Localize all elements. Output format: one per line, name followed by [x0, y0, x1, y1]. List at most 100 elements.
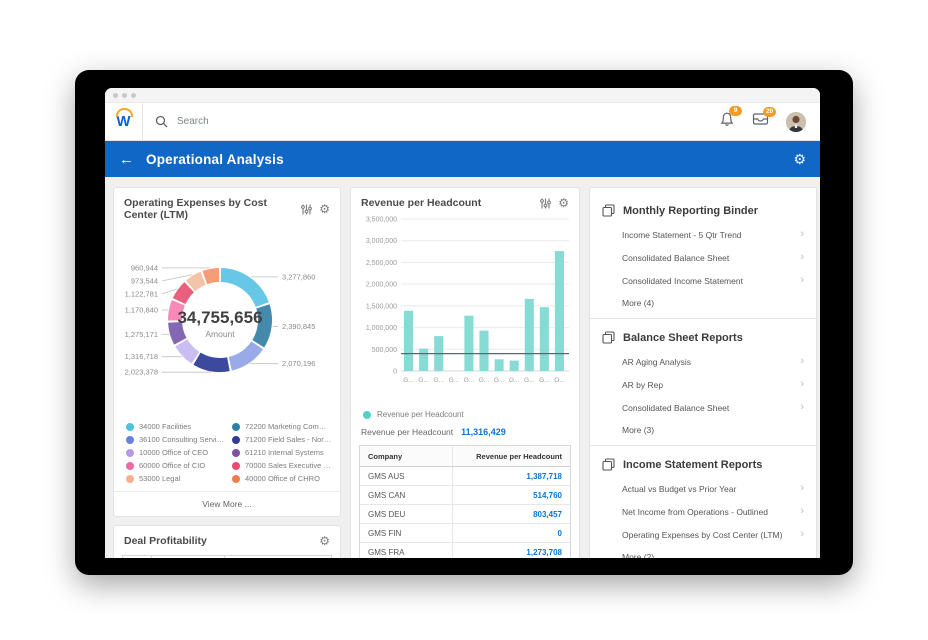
search-input[interactable]	[175, 115, 379, 128]
legend-item[interactable]: 53000 Legal	[126, 474, 226, 483]
revenue-bar-chart[interactable]: 0500,0001,000,0001,500,0002,000,0002,500…	[357, 213, 571, 403]
legend-label: 60000 Office of CIO	[139, 461, 205, 470]
bar[interactable]	[464, 316, 473, 371]
page-title: Operational Analysis	[146, 152, 781, 167]
legend-dot	[363, 411, 371, 419]
view-more-button[interactable]: View More ...	[114, 491, 340, 516]
page-settings-gear-icon[interactable]: ⚙	[793, 152, 806, 166]
legend-item[interactable]: 60000 Office of CIO	[126, 461, 226, 470]
notifications-button[interactable]: 9	[719, 111, 735, 133]
filter-sliders-icon[interactable]	[540, 198, 551, 209]
opex-panel-title: Operating Expenses by Cost Center (LTM)	[124, 197, 301, 221]
legend-item[interactable]: 71200 Field Sales - North Ame...	[232, 435, 332, 444]
legend-dot	[232, 436, 240, 444]
bar[interactable]	[525, 299, 534, 371]
donut-center-label: Amount	[205, 329, 235, 339]
opex-donut-chart[interactable]: 960,944973,5441,122,7811,170,8401,275,17…	[114, 225, 326, 413]
window-dot[interactable]	[113, 93, 118, 98]
donut-segment[interactable]	[181, 343, 195, 358]
window-dot[interactable]	[122, 93, 127, 98]
legend-item[interactable]: 34000 Facilities	[126, 422, 226, 431]
legend-label: 34000 Facilities	[139, 422, 191, 431]
search-bar[interactable]	[143, 115, 719, 128]
report-link[interactable]: AR by Rep›	[590, 373, 816, 396]
report-link[interactable]: Consolidated Balance Sheet›	[590, 246, 816, 269]
company-cell: GMS DEU	[360, 505, 453, 523]
report-link[interactable]: Consolidated Income Statement›	[590, 269, 816, 292]
back-button[interactable]: ←	[119, 152, 134, 167]
donut-segment[interactable]	[191, 278, 204, 286]
legend-item[interactable]: 72200 Marketing Communicat...	[232, 422, 332, 431]
report-link[interactable]: Income Statement - 5 Qtr Trend›	[590, 223, 816, 246]
bar[interactable]	[479, 331, 488, 371]
revenue-panel: Revenue per Headcount ⚙ 0500,0001,000,00…	[350, 187, 580, 558]
opex-settings-gear-icon[interactable]: ⚙	[319, 203, 330, 215]
revenue-column-header: Revenue per Headcount	[453, 452, 570, 461]
revenue-value-link[interactable]: 514,760	[453, 491, 570, 500]
legend-item[interactable]: 40000 Office of CHRO	[232, 474, 332, 483]
chevron-right-icon: ›	[800, 506, 804, 517]
revenue-total-value[interactable]: 11,316,429	[461, 427, 506, 437]
bar[interactable]	[419, 349, 428, 371]
table-row: GMS DEU803,457	[360, 505, 570, 524]
deal-panel-header: Deal Profitability ⚙	[114, 526, 340, 551]
x-tick-label: G...	[433, 377, 444, 384]
filter-sliders-icon[interactable]	[301, 204, 312, 215]
legend-item[interactable]: 61210 Internal Systems	[232, 448, 332, 457]
avatar-image	[786, 112, 806, 132]
revenue-value-link[interactable]: 0	[453, 529, 570, 538]
bar[interactable]	[404, 311, 413, 371]
donut-segment[interactable]	[179, 287, 189, 301]
donut-segment[interactable]	[197, 359, 228, 365]
legend-item[interactable]: 36100 Consulting Services - N...	[126, 435, 226, 444]
revenue-value-link[interactable]: 1,273,708	[453, 548, 570, 557]
bar[interactable]	[540, 307, 549, 371]
more-link[interactable]: More (2)	[590, 546, 816, 558]
report-link[interactable]: Actual vs Budget vs Prior Year›	[590, 477, 816, 500]
donut-value-label: 2,023,378	[125, 368, 158, 377]
revenue-value-link[interactable]: 803,457	[453, 510, 570, 519]
donut-segment[interactable]	[230, 345, 257, 363]
y-tick-label: 3,000,000	[366, 238, 397, 245]
chevron-right-icon: ›	[800, 229, 804, 240]
label-leader-line	[162, 289, 177, 294]
donut-segment[interactable]	[205, 275, 219, 278]
revenue-chart-legend: Revenue per Headcount	[351, 408, 579, 421]
report-link[interactable]: Consolidated Balance Sheet›	[590, 396, 816, 419]
report-link[interactable]: Net Income from Operations - Outlined›	[590, 500, 816, 523]
legend-label: 40000 Office of CHRO	[245, 474, 320, 483]
donut-value-label: 1,275,171	[125, 330, 158, 339]
report-link[interactable]: Operating Expenses by Cost Center (LTM)›	[590, 523, 816, 546]
profile-avatar[interactable]	[786, 112, 806, 132]
y-tick-label: 3,500,000	[366, 217, 397, 224]
opex-panel: Operating Expenses by Cost Center (LTM) …	[113, 187, 341, 517]
x-tick-label: G...	[479, 377, 490, 384]
chevron-right-icon: ›	[800, 402, 804, 413]
revenue-value-link[interactable]: 1,387,718	[453, 472, 570, 481]
legend-item[interactable]: 10000 Office of CEO	[126, 448, 226, 457]
bar[interactable]	[495, 359, 504, 371]
legend-label: Revenue per Headcount	[377, 410, 464, 419]
bar[interactable]	[510, 361, 519, 371]
more-link[interactable]: More (4)	[590, 292, 816, 316]
revenue-panel-title: Revenue per Headcount	[361, 197, 540, 209]
bar[interactable]	[555, 251, 564, 371]
deal-table-cell	[152, 556, 225, 558]
report-link-label: Actual vs Budget vs Prior Year	[622, 484, 800, 494]
report-link[interactable]: AR Aging Analysis›	[590, 350, 816, 373]
workday-logo[interactable]: W	[105, 103, 143, 140]
page-header: ← Operational Analysis ⚙	[105, 141, 820, 177]
deal-panel-title: Deal Profitability	[124, 535, 319, 547]
revenue-settings-gear-icon[interactable]: ⚙	[558, 197, 569, 209]
y-tick-label: 1,500,000	[366, 303, 397, 310]
chevron-right-icon: ›	[800, 529, 804, 540]
revenue-table-header: Company Revenue per Headcount	[360, 446, 570, 467]
workday-logo-mark: W	[116, 114, 130, 129]
inbox-button[interactable]: 20	[752, 112, 769, 131]
legend-item[interactable]: 70000 Sales Executive Mgmt	[232, 461, 332, 470]
donut-segment[interactable]	[221, 275, 262, 305]
x-tick-label: O...	[554, 377, 565, 384]
deal-settings-gear-icon[interactable]: ⚙	[319, 535, 330, 547]
window-dot[interactable]	[131, 93, 136, 98]
more-link[interactable]: More (3)	[590, 419, 816, 443]
